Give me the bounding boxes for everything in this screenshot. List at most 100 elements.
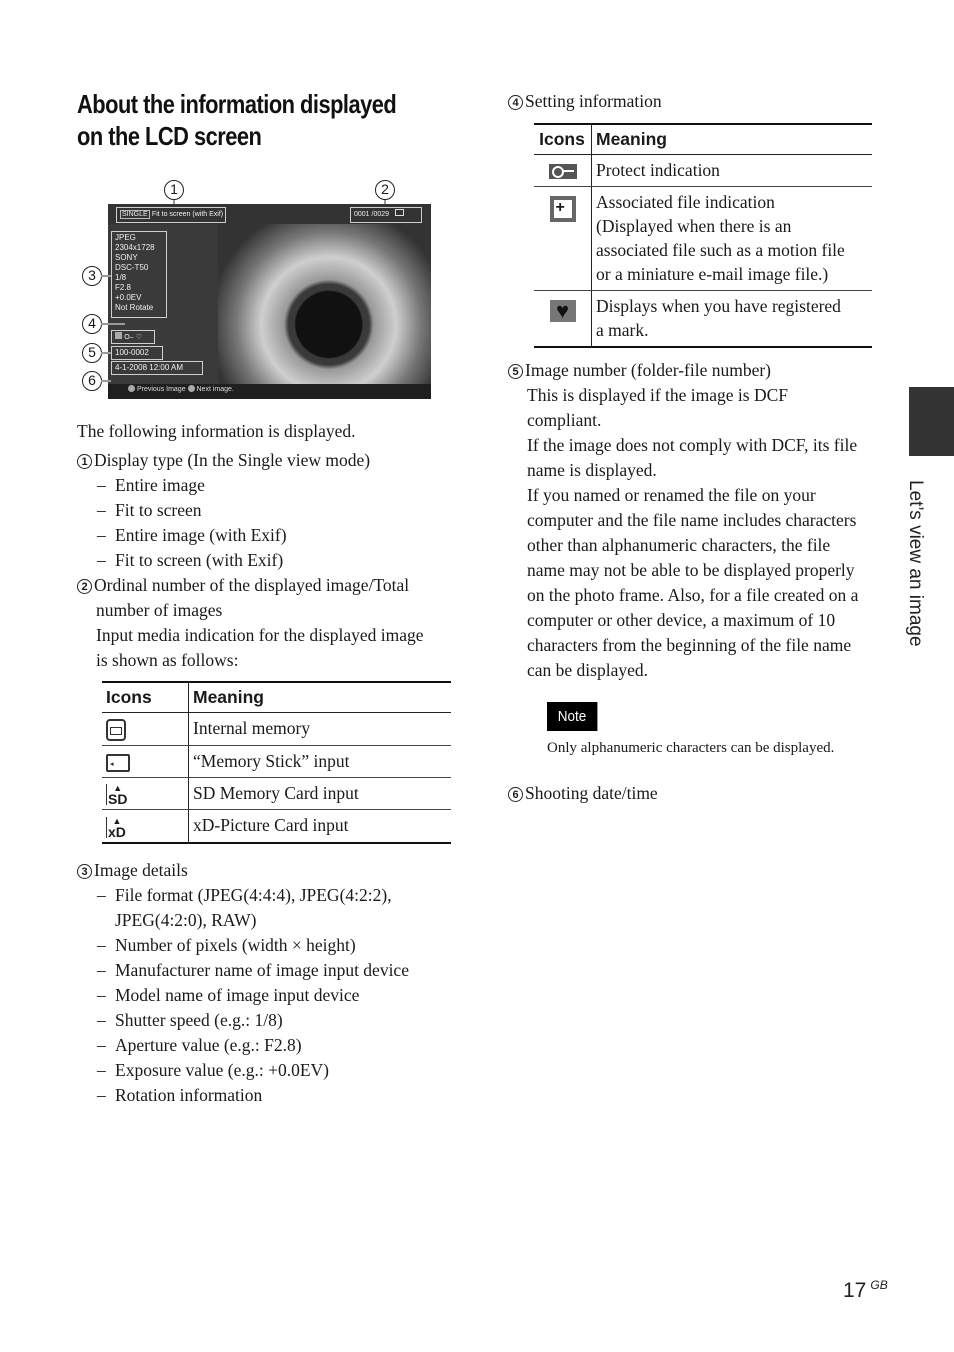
page-title: About the information displayed on the L… — [77, 88, 413, 152]
paragraph-line: can be displayed. — [527, 660, 648, 680]
number-4-icon: 4 — [508, 95, 523, 110]
list-item: Exposure value (e.g.: +0.0EV) — [77, 1058, 467, 1083]
item5-heading: 5 Image number (folder-file number) — [508, 358, 898, 383]
image-counter-text: 0001 /0029 — [354, 211, 390, 218]
number-1-icon: 1 — [77, 454, 92, 469]
image-number-box: 100-0002 — [111, 346, 163, 360]
protect-key-icon — [548, 164, 577, 180]
table-row: ▲ xD xD-Picture Card input — [102, 809, 451, 844]
intro-text: The following information is displayed. — [77, 421, 356, 441]
exif-pixels: 2304x1728 — [115, 243, 155, 252]
item6-heading: 6 Shooting date/time — [508, 781, 898, 806]
section-tab-marker — [909, 387, 954, 456]
meaning-line: (Displayed when there is an — [596, 216, 792, 236]
icon-cell: + — [534, 186, 592, 291]
item3-heading-text: Image details — [94, 859, 188, 880]
meaning-line: or a miniature e-mail image file.) — [596, 264, 829, 284]
icon-cell: ▲ xD — [102, 809, 189, 844]
next-button-icon — [187, 385, 195, 392]
icon-cell: ◂ — [102, 745, 189, 778]
callout-3: 3 — [82, 266, 102, 286]
page-title-line2: on the LCD screen — [77, 121, 262, 151]
column-header-meaning: Meaning — [188, 682, 451, 713]
exif-exposure: +0.0EV — [115, 293, 142, 302]
column-header-icons: Icons — [102, 682, 189, 713]
prev-button-icon — [128, 385, 135, 392]
item4-heading-text: Setting information — [525, 91, 662, 111]
meaning-line: Associated file indication — [596, 192, 775, 212]
display-mode-text: Fit to screen (with Exif) — [151, 211, 224, 218]
list-item-continuation: JPEG(4:2:0), RAW) — [115, 909, 257, 930]
number-3-icon: 3 — [77, 863, 92, 879]
internal-memory-icon — [106, 718, 126, 741]
item2-desc-line1: Input media indication for the displayed… — [96, 625, 424, 645]
item1-heading: 1 Display type (In the Single view mode) — [77, 448, 467, 473]
exif-rotation: Not Rotate — [115, 303, 154, 312]
heart-mark-icon: ♥ — [549, 300, 576, 322]
single-badge: SINGLE — [120, 210, 150, 219]
item6-heading-text: Shooting date/time — [525, 783, 658, 803]
icon-cell — [102, 712, 189, 746]
paragraph-line: compliant. — [527, 410, 602, 430]
callout-5-line — [101, 352, 111, 354]
list-item: Rotation information — [77, 1083, 467, 1108]
callout-1: 1 — [164, 180, 184, 200]
date-time-text: 4-1-2008 12:00 AM — [115, 363, 184, 372]
page-number: 17 GB — [843, 1278, 888, 1303]
exif-shutter: 1/8 — [115, 273, 127, 282]
nav-next-label: Next image. — [196, 386, 234, 393]
meaning-cell: “Memory Stick” input — [188, 745, 451, 778]
associated-file-icon: + — [549, 196, 576, 222]
meaning-line: Displays when you have registered — [596, 296, 841, 316]
item2-heading-line2: number of images — [96, 600, 223, 620]
list-item: Fit to screen — [77, 498, 467, 523]
item2-heading: 2 Ordinal number of the displayed image/T… — [77, 573, 467, 598]
icon-cell: ▲ SD — [102, 777, 189, 811]
column-header-icons: Icons — [534, 124, 592, 155]
page-language-suffix: GB — [870, 1278, 888, 1292]
settings-icons-table: Icons Meaning Protect indication + Assoc… — [534, 123, 872, 348]
exif-format: JPEG — [115, 233, 136, 242]
list-item: Entire image (with Exif) — [77, 523, 467, 548]
date-time-box: 4-1-2008 12:00 AM — [111, 361, 203, 375]
table-row: Protect indication — [534, 154, 872, 187]
heart-mark-icon: ♡ — [135, 334, 143, 341]
callout-3-line — [101, 275, 111, 277]
list-item: Entire image — [77, 473, 467, 498]
meaning-line: a mark. — [596, 320, 649, 340]
number-5-icon: 5 — [508, 364, 523, 379]
number-2-icon: 2 — [77, 579, 92, 594]
xd-card-icon: ▲ xD — [106, 815, 126, 840]
table-header-row: Icons Meaning — [534, 124, 872, 155]
note-block: Note Only alphanumeric characters can be… — [508, 702, 898, 758]
list-item: Shutter speed (e.g.: 1/8) — [77, 1008, 467, 1033]
memory-stick-icon: ◂ — [106, 753, 130, 772]
associated-file-icon — [115, 332, 122, 339]
meaning-cell: SD Memory Card input — [188, 777, 451, 811]
lcd-screen-figure: SINGLE Fit to screen (with Exif) 0001 /0… — [108, 204, 431, 399]
page-number-value: 17 — [843, 1279, 867, 1302]
list-item: Model name of image input device — [77, 983, 467, 1008]
icon-cell — [534, 154, 592, 187]
left-column: The following information is displayed. … — [77, 419, 467, 1108]
table-row: ◂ “Memory Stick” input — [102, 745, 451, 778]
paragraph-line: computer or other device, a maximum of 1… — [527, 610, 836, 630]
number-6-icon: 6 — [508, 787, 523, 802]
list-item: Number of pixels (width × height) — [77, 933, 467, 958]
page-title-line1: About the information displayed — [77, 89, 397, 119]
item3-heading: 3 Image details — [77, 858, 467, 883]
paragraph-line: computer and the file name includes char… — [527, 510, 857, 530]
exif-aperture: F2.8 — [115, 283, 132, 292]
item2-heading-line1: Ordinal number of the displayed image/To… — [94, 575, 410, 595]
item2-desc-line2: is shown as follows: — [96, 650, 239, 670]
item4-heading: 4 Setting information — [508, 89, 898, 114]
paragraph-line: on the photo frame. Also, for a file cre… — [527, 585, 859, 605]
meaning-cell: Displays when you have registered a mark… — [591, 290, 872, 348]
table-row: ♥ Displays when you have registered a ma… — [534, 290, 872, 348]
image-number-text: 100-0002 — [115, 348, 149, 357]
list-item: Aperture value (e.g.: F2.8) — [77, 1033, 467, 1058]
meaning-cell: Internal memory — [188, 712, 451, 746]
meaning-cell: Associated file indication (Displayed wh… — [591, 186, 872, 291]
media-icons-table: Icons Meaning Internal memory ◂ “Memory … — [102, 681, 451, 844]
table-row: ▲ SD SD Memory Card input — [102, 777, 451, 811]
